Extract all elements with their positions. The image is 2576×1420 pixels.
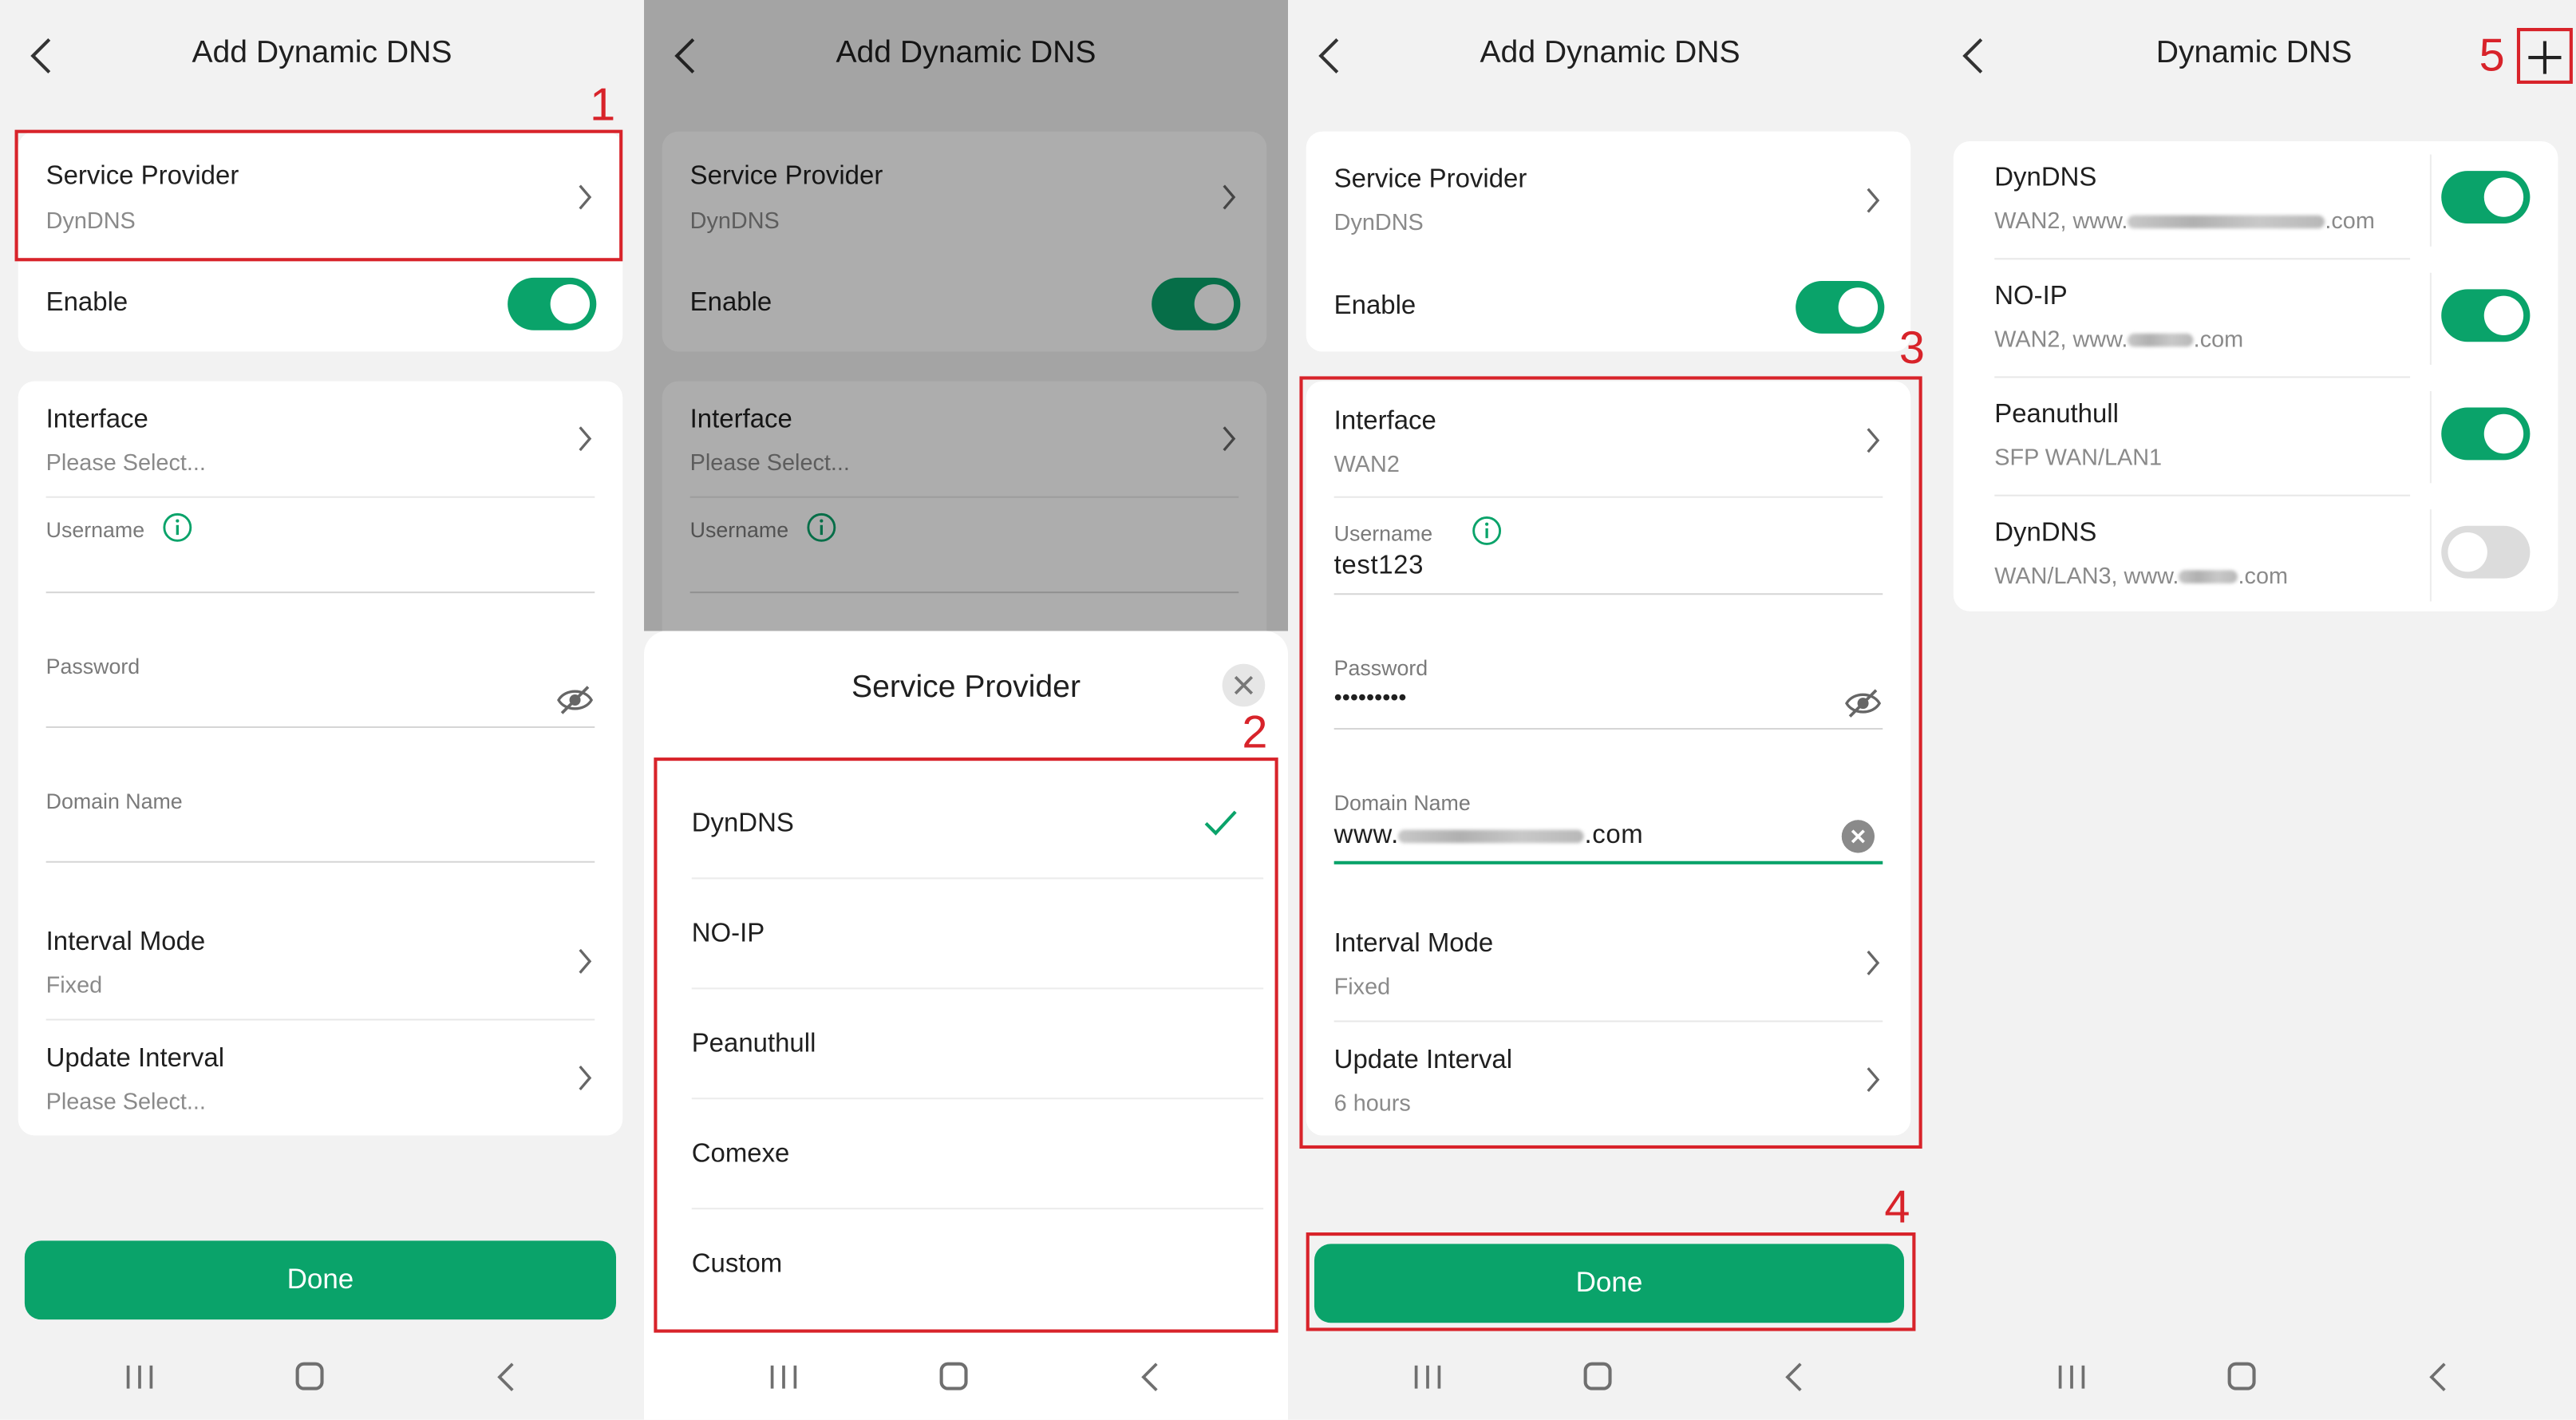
home-icon[interactable] bbox=[1583, 1362, 1612, 1390]
android-nav-bar bbox=[644, 1347, 1288, 1420]
settings-card: Interface Please Select... Username Pass… bbox=[18, 381, 623, 1136]
ddns-entry-toggle[interactable] bbox=[2441, 407, 2531, 461]
username-field[interactable] bbox=[45, 591, 595, 594]
service-provider-row[interactable]: Service Provider DynDNS bbox=[1306, 132, 1911, 260]
ddns-entry-name: NO-IP bbox=[1994, 283, 2068, 311]
annotation-step-number: 5 bbox=[2479, 30, 2505, 81]
enable-label: Enable bbox=[45, 289, 128, 318]
annotation-step-number: 2 bbox=[1242, 706, 1268, 758]
eye-off-icon[interactable] bbox=[555, 680, 595, 719]
page-title: Add Dynamic DNS bbox=[1480, 36, 1740, 71]
list-item[interactable]: NO-IP WAN2, www. .com bbox=[1954, 259, 2558, 378]
interface-row[interactable]: Interface Please Select... bbox=[18, 382, 623, 496]
ddns-entry-name: DynDNS bbox=[1994, 164, 2097, 192]
android-nav-bar bbox=[1932, 1347, 2576, 1420]
recents-icon[interactable] bbox=[768, 1364, 798, 1390]
password-label: Password bbox=[45, 654, 140, 679]
ddns-entry-description: SFP WAN/LAN1 bbox=[1994, 443, 2163, 470]
ddns-entry-name: DynDNS bbox=[1994, 519, 2097, 548]
annotation-step-number: 1 bbox=[590, 78, 616, 130]
chevron-right-icon bbox=[579, 1066, 592, 1090]
enable-row: Enable bbox=[1306, 259, 1911, 351]
annotation-box bbox=[1299, 376, 1922, 1149]
list-item[interactable]: DynDNS WAN/LAN3, www. .com bbox=[1954, 496, 2558, 615]
home-icon[interactable] bbox=[939, 1362, 968, 1390]
screen-add-ddns-1: Add Dynamic DNS Service Provider DynDNS … bbox=[0, 0, 645, 1420]
home-icon[interactable] bbox=[295, 1362, 324, 1390]
modal-overlay[interactable] bbox=[644, 0, 1289, 631]
android-nav-bar bbox=[0, 1347, 644, 1420]
interface-value: Please Select... bbox=[45, 449, 206, 475]
annotation-box bbox=[1306, 1232, 1916, 1331]
update-interval-row[interactable]: Update Interval Please Select... bbox=[18, 1020, 623, 1135]
domain-label: Domain Name bbox=[45, 789, 183, 814]
annotation-box bbox=[654, 757, 1278, 1333]
chevron-right-icon bbox=[579, 426, 592, 452]
domain-field[interactable] bbox=[45, 860, 595, 863]
interval-mode-row[interactable]: Interval Mode Fixed bbox=[18, 904, 623, 1019]
nav-back-icon[interactable] bbox=[1140, 1363, 1160, 1392]
interface-label: Interface bbox=[45, 405, 148, 434]
android-nav-bar bbox=[1288, 1347, 1932, 1420]
enable-toggle[interactable] bbox=[1796, 281, 1885, 334]
username-label: Username bbox=[45, 517, 145, 543]
interval-mode-label: Interval Mode bbox=[45, 928, 206, 957]
ddns-entry-name: Peanuthull bbox=[1994, 401, 2119, 429]
password-field[interactable] bbox=[45, 726, 595, 729]
annotation-box bbox=[2516, 27, 2573, 84]
service-provider-label: Service Provider bbox=[1333, 165, 1527, 194]
chevron-right-icon bbox=[1867, 188, 1880, 213]
page-title: Add Dynamic DNS bbox=[192, 36, 452, 71]
interval-mode-value: Fixed bbox=[45, 971, 103, 998]
ddns-entry-description: WAN2, www. .com bbox=[1994, 207, 2375, 234]
enable-label: Enable bbox=[1333, 292, 1416, 321]
home-icon[interactable] bbox=[2227, 1362, 2256, 1390]
nav-back-icon[interactable] bbox=[2428, 1363, 2448, 1392]
sheet-title: Service Provider bbox=[851, 670, 1081, 706]
ddns-entry-toggle[interactable] bbox=[2441, 525, 2531, 579]
annotation-step-number: 3 bbox=[1898, 322, 1925, 374]
ddns-entry-description: WAN/LAN3, www. .com bbox=[1994, 562, 2288, 589]
done-button[interactable]: Done bbox=[24, 1240, 617, 1320]
screen-add-ddns-2: Add Dynamic DNS Service Provider DynDNS … bbox=[644, 0, 1289, 1420]
list-item[interactable]: DynDNS WAN2, www. .com bbox=[1954, 141, 2558, 259]
enable-toggle[interactable] bbox=[508, 277, 597, 330]
nav-back-icon[interactable] bbox=[1784, 1363, 1804, 1392]
annotation-step-number: 4 bbox=[1884, 1181, 1910, 1233]
recents-icon[interactable] bbox=[124, 1364, 154, 1390]
update-interval-value: Please Select... bbox=[45, 1087, 206, 1114]
ddns-entry-description: WAN2, www. .com bbox=[1994, 325, 2244, 352]
ddns-entry-toggle[interactable] bbox=[2441, 171, 2531, 223]
info-icon[interactable] bbox=[163, 512, 192, 542]
screen-dynamic-dns-list: Dynamic DNS 5 DynDNS WAN2, www. .com NO-I… bbox=[1932, 0, 2576, 1420]
annotation-box bbox=[14, 129, 623, 262]
enable-row: Enable bbox=[18, 259, 623, 351]
provider-card: Service Provider DynDNS Enable bbox=[1306, 131, 1911, 352]
list-item[interactable]: Peanuthull SFP WAN/LAN1 bbox=[1954, 378, 2558, 496]
ddns-list-card: DynDNS WAN2, www. .com NO-IP WAN2, www. .c… bbox=[1953, 141, 2558, 611]
recents-icon[interactable] bbox=[2056, 1364, 2086, 1390]
service-provider-value: DynDNS bbox=[1333, 208, 1424, 235]
recents-icon[interactable] bbox=[1412, 1364, 1442, 1390]
chevron-right-icon bbox=[579, 948, 592, 974]
ddns-entry-toggle[interactable] bbox=[2441, 289, 2531, 342]
screen-add-ddns-3: Add Dynamic DNS Service Provider DynDNS … bbox=[1288, 0, 1933, 1420]
update-interval-label: Update Interval bbox=[45, 1045, 225, 1074]
close-icon[interactable] bbox=[1222, 663, 1266, 707]
nav-back-icon[interactable] bbox=[496, 1363, 516, 1392]
